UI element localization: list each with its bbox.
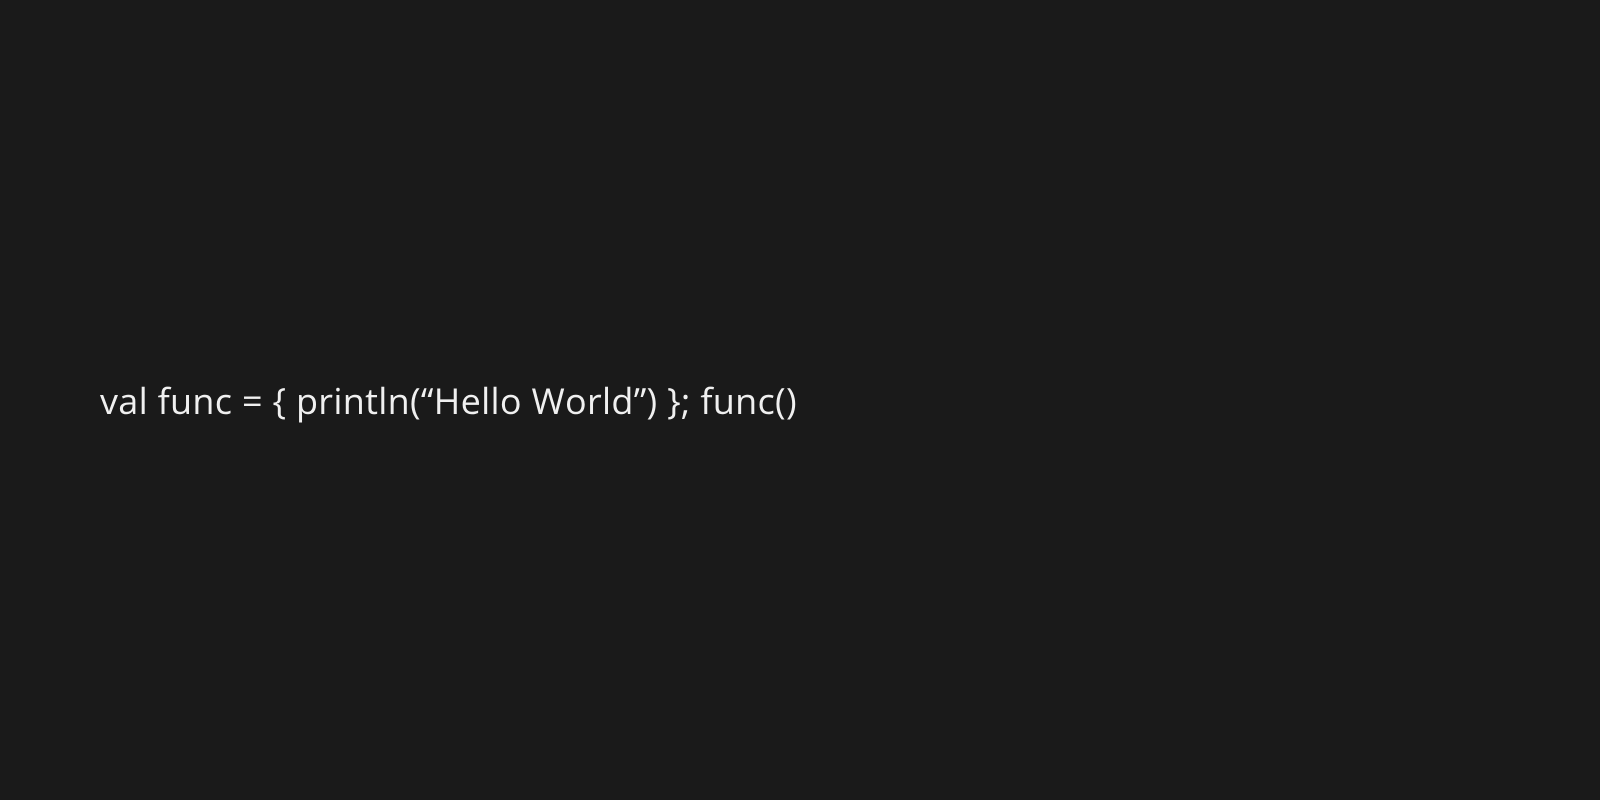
- code-snippet: val func = { println(“Hello World”) }; f…: [0, 376, 797, 425]
